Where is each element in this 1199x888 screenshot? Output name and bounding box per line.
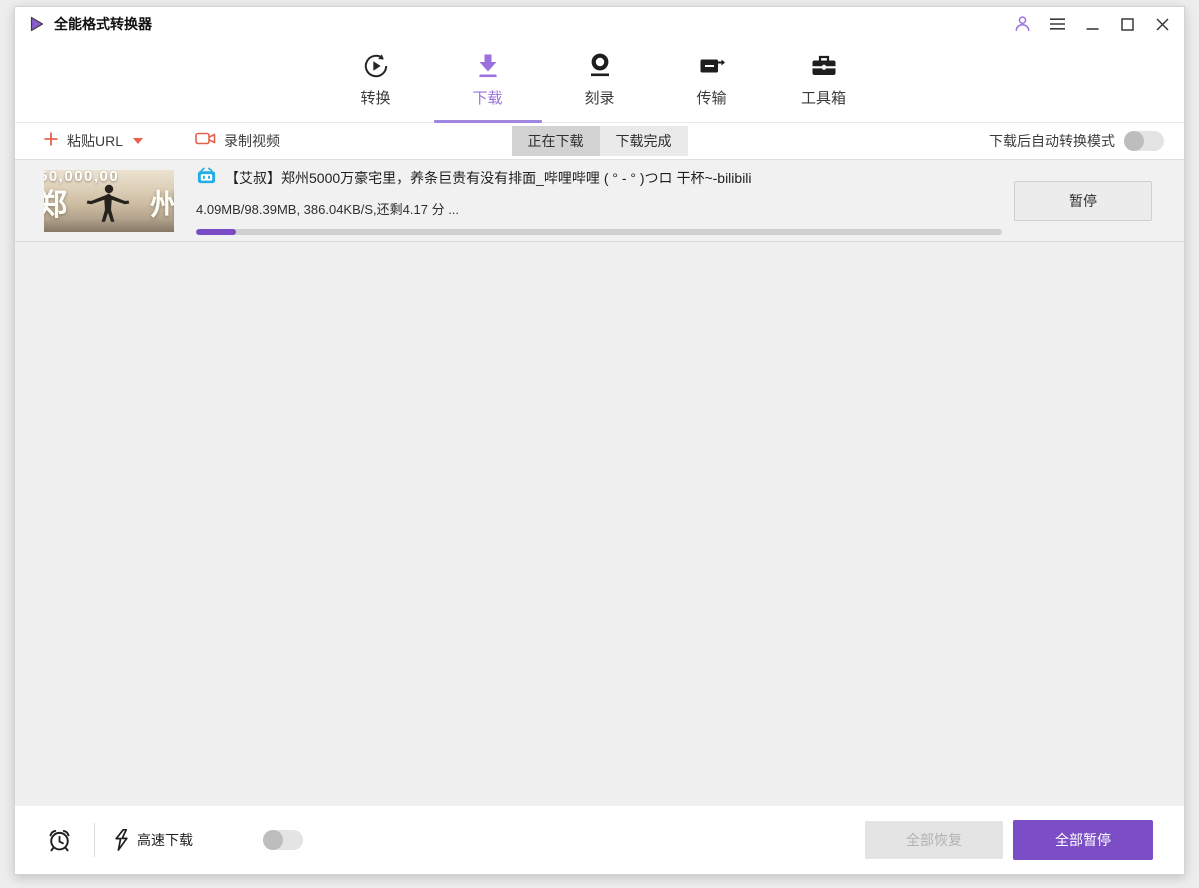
download-list-empty-area bbox=[15, 242, 1184, 806]
auto-convert-group: 下载后自动转换模式 bbox=[989, 131, 1164, 151]
paste-url-label: 粘贴URL bbox=[67, 133, 124, 149]
transfer-icon bbox=[696, 50, 728, 82]
video-thumbnail[interactable]: 50,000,00 郑 州 bbox=[44, 169, 174, 232]
footer-right: 全部恢复 全部暂停 bbox=[865, 820, 1153, 860]
toolbox-icon bbox=[808, 50, 840, 82]
title-line: 【艾叔】郑州5000万豪宅里，养条巨贵有没有排面_哔哩哔哩 ( ° - ° )つ… bbox=[196, 167, 1002, 190]
main-nav: 转换 下载 刻录 传输 工具箱 bbox=[15, 41, 1184, 123]
window-controls bbox=[1012, 14, 1172, 34]
footer: 高速下载 全部恢复 全部暂停 bbox=[15, 806, 1184, 874]
close-icon[interactable] bbox=[1152, 14, 1172, 34]
tab-toolbox[interactable]: 工具箱 bbox=[768, 50, 880, 122]
footer-left: 高速下载 bbox=[47, 823, 303, 857]
download-row[interactable]: 50,000,00 郑 州 【艾叔】郑州5000万豪宅里，养条巨贵有没有排面_哔… bbox=[15, 160, 1184, 242]
minimize-icon[interactable] bbox=[1082, 14, 1102, 34]
toggle-knob bbox=[263, 830, 283, 850]
titlebar: 全能格式转换器 bbox=[15, 7, 1184, 41]
download-status: 4.09MB/98.39MB, 386.04KB/S,还剩4.17 分 ... bbox=[196, 201, 460, 217]
tab-label: 刻录 bbox=[584, 90, 615, 107]
camera-icon bbox=[195, 130, 216, 152]
tab-label: 转换 bbox=[360, 90, 391, 107]
menu-icon[interactable] bbox=[1047, 14, 1067, 34]
auto-convert-toggle[interactable] bbox=[1124, 131, 1164, 151]
download-filter-tabs: 正在下载 下载完成 bbox=[511, 126, 688, 156]
tab-label: 传输 bbox=[696, 90, 727, 107]
download-icon bbox=[472, 50, 504, 82]
tab-label: 下载 bbox=[472, 90, 503, 107]
schedule-clock-icon[interactable] bbox=[47, 827, 72, 853]
bilibili-icon bbox=[196, 167, 217, 190]
high-speed-label: 高速下载 bbox=[137, 832, 193, 848]
tab-label: 工具箱 bbox=[800, 90, 846, 107]
account-icon[interactable] bbox=[1012, 14, 1032, 34]
thumbnail-char-left: 郑 bbox=[44, 188, 67, 222]
plus-icon bbox=[43, 131, 59, 152]
toolbar: 粘贴URL 录制视频 正在下载 下载完成 下载后自动转换模式 bbox=[15, 123, 1184, 160]
paste-url-button[interactable]: 粘贴URL bbox=[43, 131, 144, 152]
tab-download[interactable]: 下载 bbox=[432, 50, 544, 123]
record-video-label: 录制视频 bbox=[224, 133, 281, 149]
tab-transfer[interactable]: 传输 bbox=[656, 50, 768, 122]
chevron-down-icon[interactable] bbox=[133, 138, 144, 144]
pause-all-button[interactable]: 全部暂停 bbox=[1013, 820, 1153, 860]
download-progress-track bbox=[196, 228, 1002, 235]
app-window: 全能格式转换器 转换 下载 刻录 传输 工具箱 粘贴URL 录制视频 正在下载 … bbox=[14, 6, 1185, 875]
video-title: 【艾叔】郑州5000万豪宅里，养条巨贵有没有排面_哔哩哔哩 ( ° - ° )つ… bbox=[225, 170, 752, 186]
thumbnail-figure bbox=[86, 184, 130, 222]
lightning-icon bbox=[115, 829, 128, 851]
maximize-icon[interactable] bbox=[1117, 14, 1137, 34]
resume-all-button[interactable]: 全部恢复 bbox=[865, 821, 1003, 859]
record-video-button[interactable]: 录制视频 bbox=[195, 130, 280, 152]
app-title: 全能格式转换器 bbox=[54, 16, 152, 32]
toggle-knob bbox=[1124, 131, 1144, 151]
download-progress-fill bbox=[196, 228, 237, 235]
divider bbox=[94, 823, 95, 857]
download-info: 【艾叔】郑州5000万豪宅里，养条巨贵有没有排面_哔哩哔哩 ( ° - ° )つ… bbox=[196, 167, 1002, 235]
convert-icon bbox=[360, 50, 392, 82]
tab-convert[interactable]: 转换 bbox=[320, 50, 432, 122]
pause-button[interactable]: 暂停 bbox=[1014, 180, 1152, 221]
titlebar-left: 全能格式转换器 bbox=[29, 14, 152, 34]
tab-download-complete[interactable]: 下载完成 bbox=[599, 126, 688, 156]
tab-downloading[interactable]: 正在下载 bbox=[511, 126, 600, 156]
high-speed-toggle[interactable] bbox=[263, 830, 303, 850]
auto-convert-label: 下载后自动转换模式 bbox=[989, 133, 1115, 149]
burn-icon bbox=[584, 50, 616, 82]
app-logo-icon bbox=[29, 16, 45, 32]
tab-burn[interactable]: 刻录 bbox=[544, 50, 656, 122]
thumbnail-char-right: 州 bbox=[150, 188, 174, 222]
